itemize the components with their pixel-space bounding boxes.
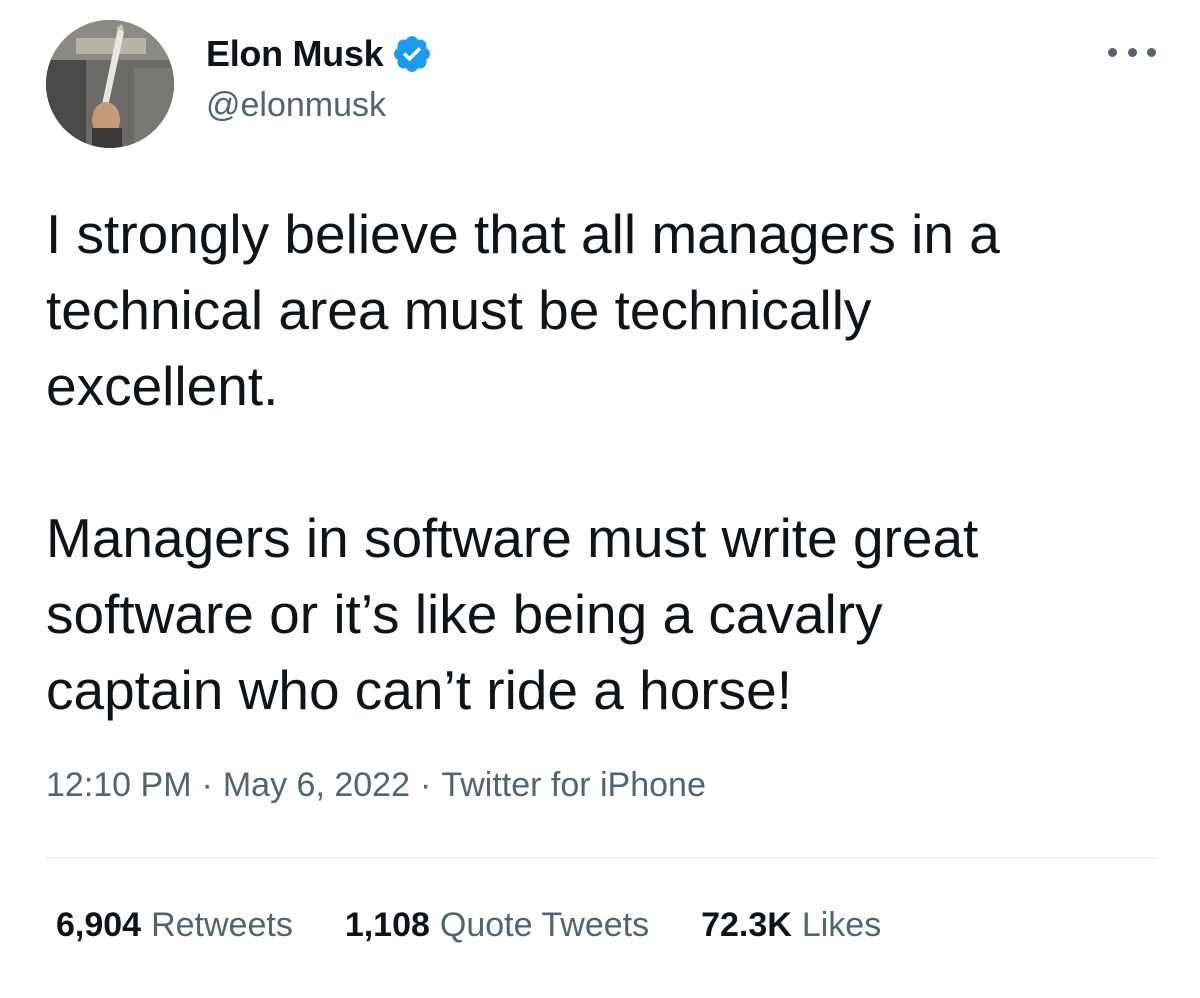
quote-tweets-stat[interactable]: 1,108 Quote Tweets	[345, 906, 649, 945]
more-dot	[1108, 47, 1117, 57]
likes-label: Likes	[801, 906, 882, 944]
retweets-stat[interactable]: 6,904 Retweets	[56, 906, 293, 945]
retweets-label: Retweets	[151, 906, 293, 944]
more-dot	[1127, 47, 1137, 57]
tweet-text: I strongly believe that all managers in …	[46, 196, 1166, 728]
tweet-paragraph: I strongly believe that all managers in …	[46, 203, 1000, 417]
likes-count: 72.3K	[701, 906, 792, 944]
tweet-source[interactable]: Twitter for iPhone	[441, 766, 706, 804]
author-name-row[interactable]: Elon Musk	[206, 30, 433, 78]
tweet-detail: Elon Musk @elonmusk I strongly believe t…	[0, 0, 1200, 998]
tweet-time[interactable]: 12:10 PM	[46, 766, 192, 804]
quote-tweets-label: Quote Tweets	[439, 906, 650, 944]
author-handle[interactable]: @elonmusk	[206, 86, 386, 125]
likes-stat[interactable]: 72.3K Likes	[701, 906, 881, 945]
avatar-image	[46, 20, 174, 148]
meta-separator: ·	[419, 766, 432, 804]
divider	[46, 857, 1156, 859]
more-options-icon[interactable]	[1108, 40, 1156, 64]
tweet-date[interactable]: May 6, 2022	[223, 766, 410, 804]
author-display-name[interactable]: Elon Musk	[206, 33, 384, 75]
tweet-stats: 6,904 Retweets 1,108 Quote Tweets 72.3K Lik…	[56, 906, 933, 945]
verified-badge-icon	[394, 36, 431, 72]
quote-tweets-count: 1,108	[344, 906, 430, 944]
more-dot	[1147, 47, 1156, 57]
retweets-count: 6,904	[56, 906, 142, 944]
meta-separator: ·	[201, 766, 213, 804]
tweet-paragraph: Managers in software must write great so…	[46, 507, 979, 721]
tweet-meta: 12:10 PM · May 6, 2022 · Twitter for iPhone	[46, 766, 706, 805]
avatar[interactable]	[46, 20, 174, 148]
